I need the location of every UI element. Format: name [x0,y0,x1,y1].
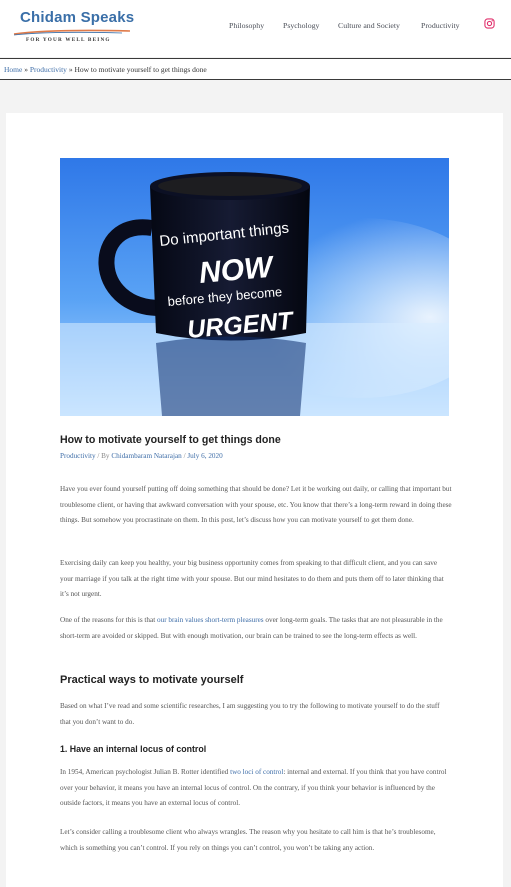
nav-item-culture-and-society[interactable]: Culture and Society [338,21,400,30]
nav-item-productivity[interactable]: Productivity [421,21,460,30]
meta-author-link[interactable]: Chidambaram Natarajan [111,452,181,460]
article-card: Do important things NOW before they beco… [6,113,503,887]
featured-image: Do important things NOW before they beco… [60,158,449,416]
breadcrumb: Home » Productivity » How to motivate yo… [4,65,207,74]
breadcrumb-separator: » [24,65,28,74]
section-heading: Practical ways to motivate yourself [60,674,244,686]
brain-values-link[interactable]: our brain values short-term pleasures [157,616,264,624]
paragraph-2: Exercising daily can keep you healthy, y… [60,559,444,599]
paragraph-1: Have you ever found yourself putting off… [60,485,452,525]
paragraph-4: Based on what I’ve read and some scienti… [60,702,440,726]
two-loci-link[interactable]: two loci of control [230,768,283,776]
logo-title: Chidam Speaks [20,9,135,26]
meta-date-link[interactable]: July 6, 2020 [187,452,222,460]
nav-item-psychology[interactable]: Psychology [283,21,319,30]
paragraph-6: Let’s consider calling a troublesome cli… [60,828,436,852]
mug-text-line-2: NOW [198,250,277,289]
breadcrumb-current: How to motivate yourself to get things d… [74,65,207,74]
logo-tagline: FOR YOUR WELL BEING [26,37,111,43]
paragraph-5-text: In 1954, American psychologist Julian B.… [60,768,231,776]
subsection-heading: 1. Have an internal locus of control [60,744,207,754]
breadcrumb-separator: » [68,65,73,74]
breadcrumb-home[interactable]: Home [4,65,22,74]
article-meta: Productivity / By Chidambaram Natarajan … [60,452,223,460]
logo-swoosh [13,29,131,36]
meta-category-link[interactable]: Productivity [60,452,96,460]
instagram-icon[interactable] [484,18,495,29]
nav-item-philosophy[interactable]: Philosophy [229,21,264,30]
site-logo[interactable]: Chidam Speaks FOR YOUR WELL BEING [12,9,135,47]
meta-separator: / [183,452,186,460]
paragraph-3-text: One of the reasons for this is that [60,616,158,624]
breadcrumb-bar: Home » Productivity » How to motivate yo… [0,58,511,80]
meta-by: / By [97,452,110,460]
site-header: Chidam Speaks FOR YOUR WELL BEING Philos… [0,0,511,57]
paragraph-5: In 1954, American psychologist Julian B.… [60,765,452,812]
paragraph-3: One of the reasons for this is that our … [60,613,452,644]
article-title: How to motivate yourself to get things d… [60,434,281,446]
breadcrumb-category[interactable]: Productivity [30,65,67,74]
